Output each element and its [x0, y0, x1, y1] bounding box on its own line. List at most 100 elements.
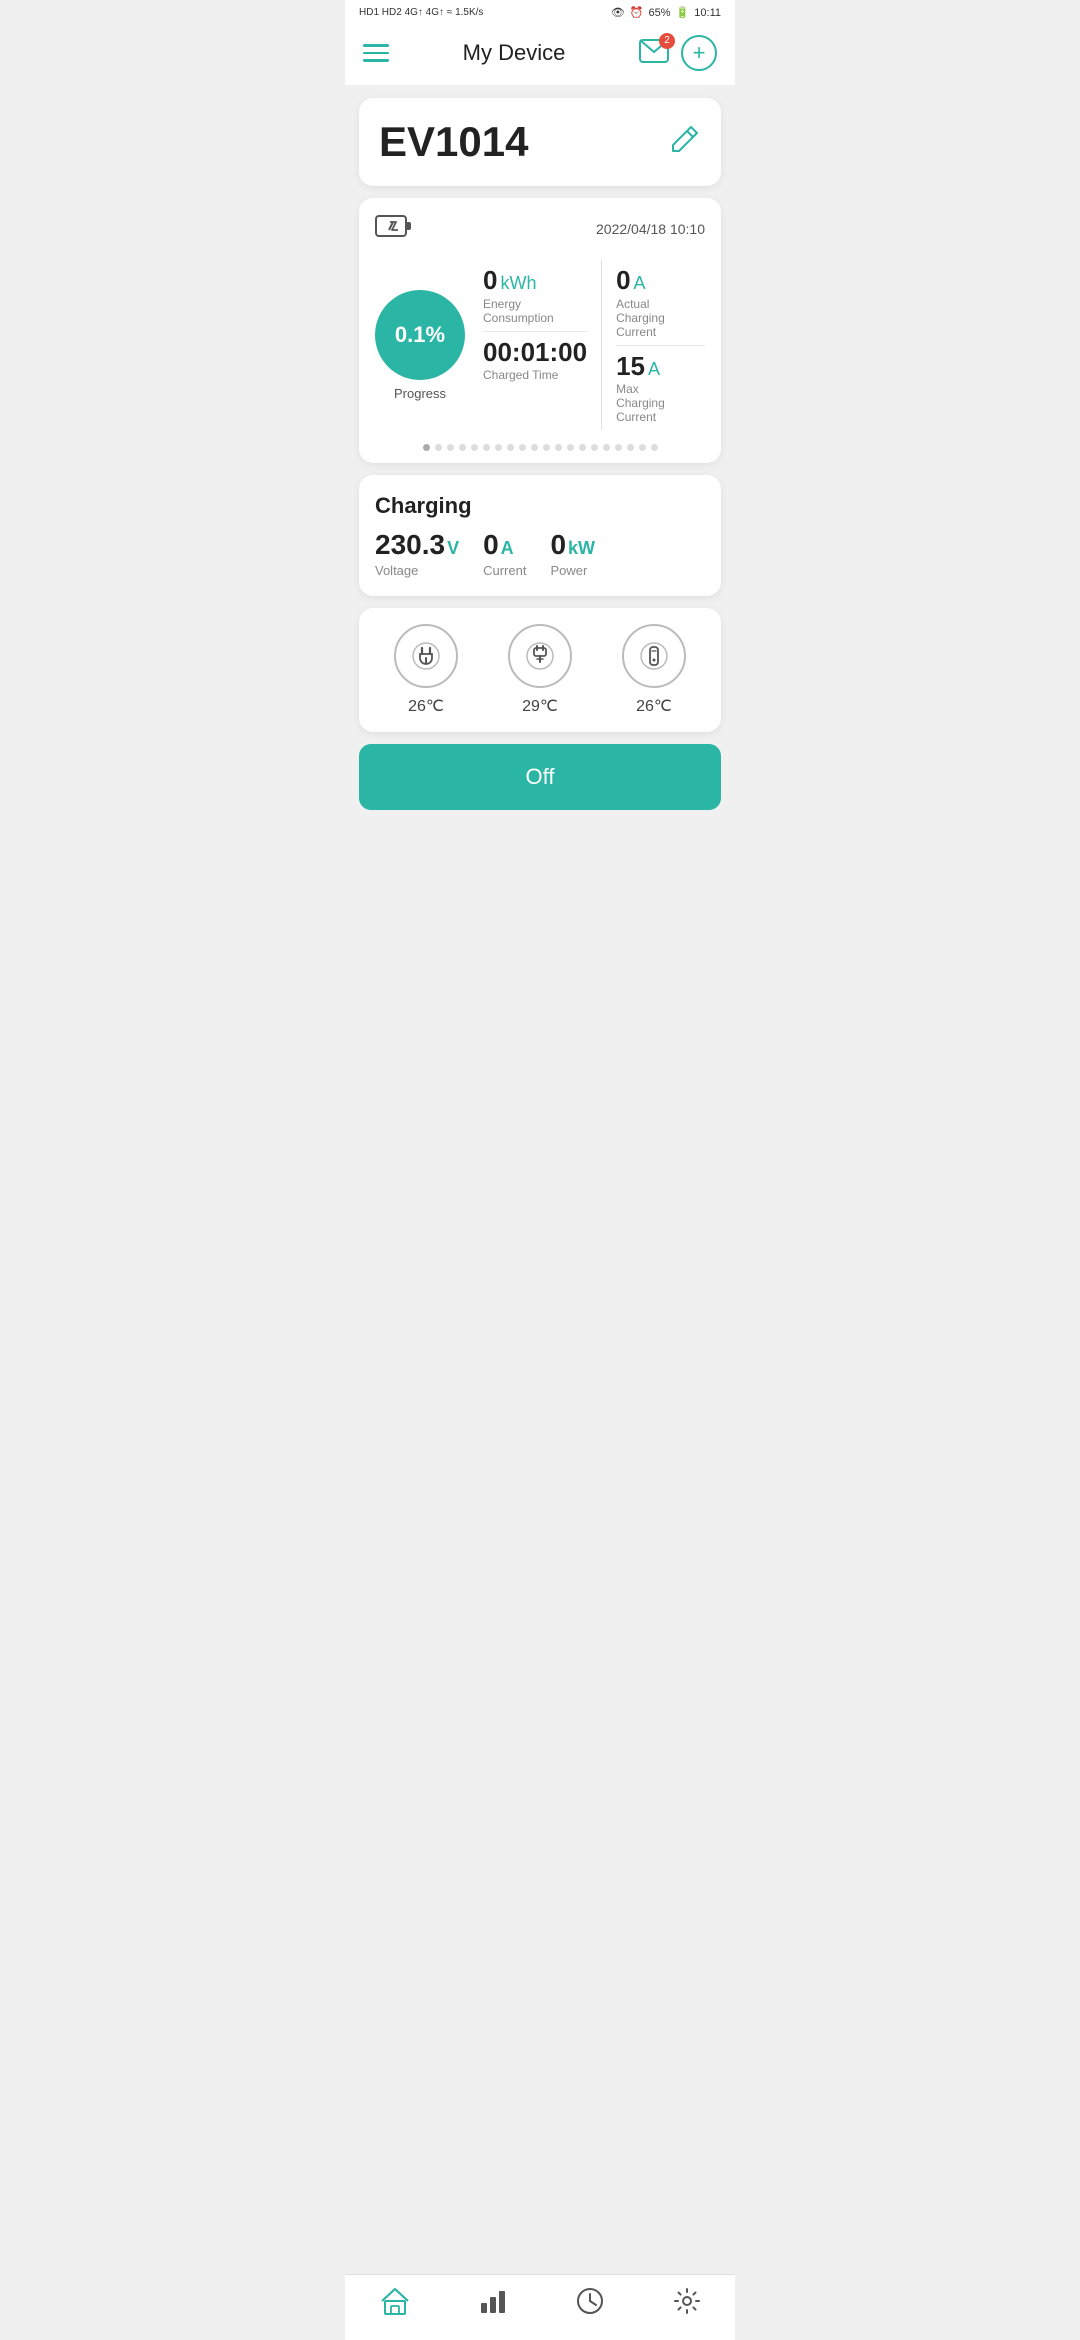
pagination-dots	[375, 444, 705, 451]
voltage-value: 230.3V	[375, 529, 459, 561]
cable-icon-circle	[508, 624, 572, 688]
dot-5[interactable]	[471, 444, 478, 451]
charging-row-card: Charging 230.3V Voltage 0A Current 0kW P…	[359, 475, 721, 596]
progress-circle-wrap: 0.1% Progress	[375, 260, 465, 430]
device-icon	[638, 640, 670, 672]
menu-icon[interactable]	[363, 44, 389, 62]
dot-4[interactable]	[459, 444, 466, 451]
mail-button[interactable]: 2	[639, 39, 669, 68]
timestamp: 2022/04/18 10:10	[596, 221, 705, 237]
temperature-card: 26℃ 29℃	[359, 608, 721, 732]
progress-label: Progress	[394, 386, 446, 401]
charged-time-value: 00:01:00	[483, 338, 587, 367]
plug-temp-item: 26℃	[394, 624, 458, 716]
actual-current-metric: 0A Actual Charging Current	[616, 260, 705, 345]
progress-value: 0.1%	[395, 322, 445, 348]
header: My Device 2 +	[345, 25, 735, 86]
dot-10[interactable]	[531, 444, 538, 451]
edit-icon[interactable]	[669, 123, 701, 162]
nav-settings[interactable]	[673, 2287, 701, 2322]
dot-19[interactable]	[639, 444, 646, 451]
voltage-block: 230.3V Voltage	[375, 529, 459, 578]
clock-icon	[576, 2287, 604, 2322]
bottom-nav	[345, 2274, 735, 2340]
status-right: 👁 ⏰ 65% 🔋 10:11	[611, 6, 721, 19]
battery-charging-icon	[375, 212, 413, 246]
dot-8[interactable]	[507, 444, 514, 451]
main-content: EV1014 2022/04/18 10:10	[345, 86, 735, 2274]
dot-14[interactable]	[579, 444, 586, 451]
dot-6[interactable]	[483, 444, 490, 451]
power-value: 0kW	[550, 529, 595, 561]
dot-9[interactable]	[519, 444, 526, 451]
network-info: HD1 HD2 4G↑ 4G↑ ≈ 1.5K/s	[359, 7, 483, 18]
current-block: 0A Current	[483, 529, 526, 578]
device-name-card: EV1014	[359, 98, 721, 186]
header-actions: 2 +	[639, 35, 717, 71]
status-bar: HD1 HD2 4G↑ 4G↑ ≈ 1.5K/s 👁 ⏰ 65% 🔋 10:11	[345, 0, 735, 25]
dot-16[interactable]	[603, 444, 610, 451]
device-temp-value: 26℃	[636, 696, 672, 716]
dot-17[interactable]	[615, 444, 622, 451]
dot-11[interactable]	[543, 444, 550, 451]
dot-12[interactable]	[555, 444, 562, 451]
max-current-metric: 15A Max Charging Current	[616, 345, 705, 431]
metrics-row: 0.1% Progress 0kWh Energy Consumption 00…	[375, 260, 705, 430]
energy-value: 0kWh	[483, 266, 587, 295]
charged-time-label: Charged Time	[483, 368, 587, 382]
actual-current-label: Actual Charging Current	[616, 297, 705, 339]
cable-temp-item: 29℃	[508, 624, 572, 716]
home-icon	[380, 2287, 410, 2322]
nav-home[interactable]	[380, 2287, 410, 2322]
stats-icon	[479, 2287, 507, 2322]
charging-info-card: 2022/04/18 10:10 0.1% Progress 0kWh Ener…	[359, 198, 721, 463]
cable-icon	[524, 640, 556, 672]
current-label: Current	[483, 563, 526, 578]
dot-15[interactable]	[591, 444, 598, 451]
progress-circle: 0.1%	[375, 290, 465, 380]
plus-icon: +	[693, 40, 706, 66]
plug-icon-circle	[394, 624, 458, 688]
nav-clock[interactable]	[576, 2287, 604, 2322]
device-name: EV1014	[379, 118, 528, 166]
actual-current-value: 0A	[616, 266, 705, 295]
left-metrics: 0kWh Energy Consumption 00:01:00 Charged…	[483, 260, 587, 430]
power-block: 0kW Power	[550, 529, 595, 578]
device-icon-circle	[622, 624, 686, 688]
max-current-label: Max Charging Current	[616, 382, 705, 424]
battery-percent: 65%	[649, 7, 671, 19]
dot-7[interactable]	[495, 444, 502, 451]
charged-time-metric: 00:01:00 Charged Time	[483, 331, 587, 389]
clock-time: 10:11	[694, 7, 721, 19]
dot-13[interactable]	[567, 444, 574, 451]
right-metrics: 0A Actual Charging Current 15A Max Charg…	[616, 260, 705, 430]
alarm-icon: ⏰	[630, 6, 644, 19]
device-temp-item: 26℃	[622, 624, 686, 716]
eye-icon: 👁	[611, 6, 625, 19]
voltage-label: Voltage	[375, 563, 459, 578]
dot-3[interactable]	[447, 444, 454, 451]
add-button[interactable]: +	[681, 35, 717, 71]
max-current-value: 15A	[616, 352, 705, 381]
page-title: My Device	[463, 40, 566, 66]
energy-label: Energy Consumption	[483, 297, 587, 325]
card-top-row: 2022/04/18 10:10	[375, 212, 705, 246]
charging-label: Charging	[375, 493, 705, 519]
energy-metric: 0kWh Energy Consumption	[483, 260, 587, 331]
mail-badge: 2	[659, 33, 675, 49]
dot-1[interactable]	[423, 444, 430, 451]
dot-18[interactable]	[627, 444, 634, 451]
cable-temp-value: 29℃	[522, 696, 558, 716]
dot-2[interactable]	[435, 444, 442, 451]
charging-values: 230.3V Voltage 0A Current 0kW Power	[375, 529, 705, 578]
power-label: Power	[550, 563, 595, 578]
status-left: HD1 HD2 4G↑ 4G↑ ≈ 1.5K/s	[359, 7, 483, 18]
current-value: 0A	[483, 529, 526, 561]
bottom-spacer	[359, 822, 721, 842]
dot-20[interactable]	[651, 444, 658, 451]
battery-icon: 🔋	[676, 6, 690, 19]
nav-stats[interactable]	[479, 2287, 507, 2322]
off-button[interactable]: Off	[359, 744, 721, 810]
settings-icon	[673, 2287, 701, 2322]
plug-temp-value: 26℃	[408, 696, 444, 716]
